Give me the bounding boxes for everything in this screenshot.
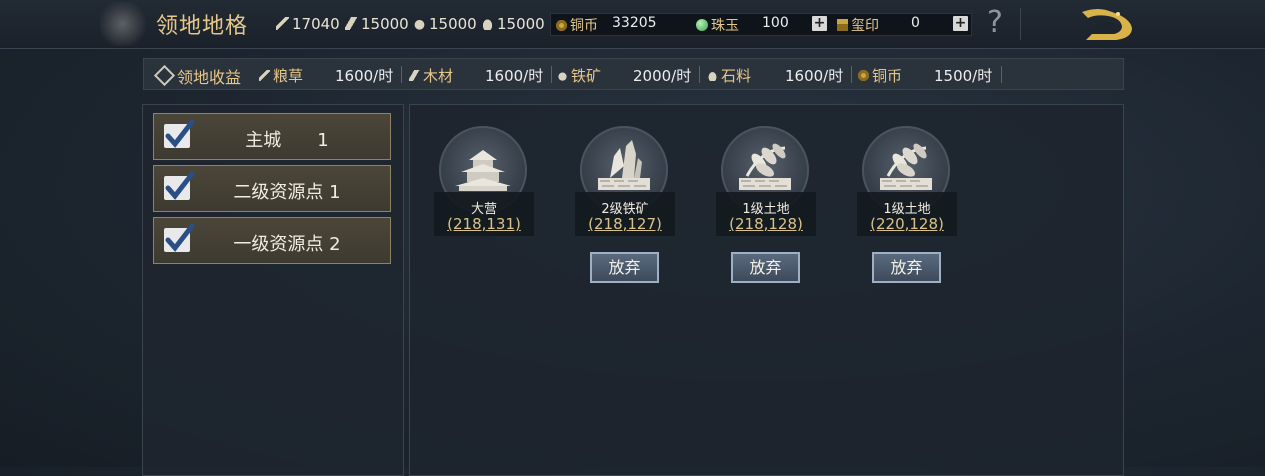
income-wood-value: 1600/时: [485, 67, 544, 85]
filter-label: 二级资源点 1: [233, 182, 341, 203]
jade-icon: [696, 19, 708, 31]
coin-value: 33205: [612, 15, 657, 31]
tile-coordinate-link[interactable]: (220,128): [857, 215, 957, 233]
tile-coordinate-link[interactable]: (218,128): [716, 215, 816, 233]
seal-icon: [837, 19, 848, 31]
stone-icon: [481, 17, 494, 30]
grain-icon: [276, 17, 289, 30]
income-coin-value: 1500/时: [934, 67, 993, 85]
wood-icon: [409, 70, 420, 81]
income-title: 领地收益: [153, 64, 241, 88]
income-separator: [551, 66, 552, 83]
coin-icon: [556, 20, 567, 31]
wood-icon: [345, 17, 358, 30]
income-iron-value: 2000/时: [633, 67, 692, 85]
add-seal-button[interactable]: +: [953, 16, 968, 31]
abandon-button[interactable]: 放弃: [731, 252, 800, 283]
seal-currency: 玺印: [837, 15, 879, 35]
tile-coordinate-link[interactable]: (218,127): [575, 215, 675, 233]
close-dragon-icon[interactable]: [1078, 4, 1138, 44]
income-separator: [401, 66, 402, 83]
header-divider: [1020, 8, 1021, 40]
filter-level2-resource[interactable]: 二级资源点 1: [153, 165, 391, 212]
filter-main-city[interactable]: 主城 1: [153, 113, 391, 160]
stone-icon: [707, 70, 718, 81]
income-stone: 石料: [707, 65, 751, 86]
dragon-emblem-icon: [100, 2, 150, 46]
income-iron: 铁矿: [557, 65, 601, 86]
iron-icon: [413, 17, 426, 30]
income-separator: [699, 66, 700, 83]
income-grain-value: 1600/时: [335, 67, 394, 85]
seal-value: 0: [911, 15, 920, 31]
abandon-button[interactable]: 放弃: [872, 252, 941, 283]
stone-resource: 15000: [481, 15, 545, 33]
filter-label: 一级资源点 2: [233, 234, 341, 255]
jade-currency: 珠玉: [696, 15, 739, 35]
grain-resource: 17040: [276, 15, 340, 33]
iron-icon: [557, 70, 568, 81]
wood-resource: 15000: [345, 15, 409, 33]
income-bar: 领地收益 粮草 1600/时 木材 1600/时 铁矿 2000/时 石料 16…: [143, 58, 1124, 90]
income-separator: [1001, 66, 1002, 83]
filter-panel: 主城 1 二级资源点 1 一级资源点 2: [142, 104, 404, 476]
income-separator: [851, 66, 852, 83]
income-stone-value: 1600/时: [785, 67, 844, 85]
grain-icon: [259, 70, 270, 81]
income-grain: 粮草: [259, 65, 303, 86]
top-bar: 领地地格 17040 15000 15000 15000 铜币 33205 珠玉…: [0, 0, 1265, 49]
tile-coordinate-link[interactable]: (218,131): [434, 215, 534, 233]
jade-value: 100: [762, 15, 789, 31]
income-coin: 铜币: [858, 65, 902, 86]
diamond-icon: [153, 64, 176, 87]
coin-currency: 铜币: [556, 15, 598, 35]
help-button[interactable]: ?: [987, 5, 1003, 40]
filter-label: 主城 1: [245, 130, 329, 151]
filter-level1-resource[interactable]: 一级资源点 2: [153, 217, 391, 264]
coin-icon: [858, 70, 869, 81]
abandon-button[interactable]: 放弃: [590, 252, 659, 283]
income-wood: 木材: [409, 65, 453, 86]
page-title: 领地地格: [156, 14, 249, 39]
iron-resource: 15000: [413, 15, 477, 33]
add-jade-button[interactable]: +: [812, 16, 827, 31]
